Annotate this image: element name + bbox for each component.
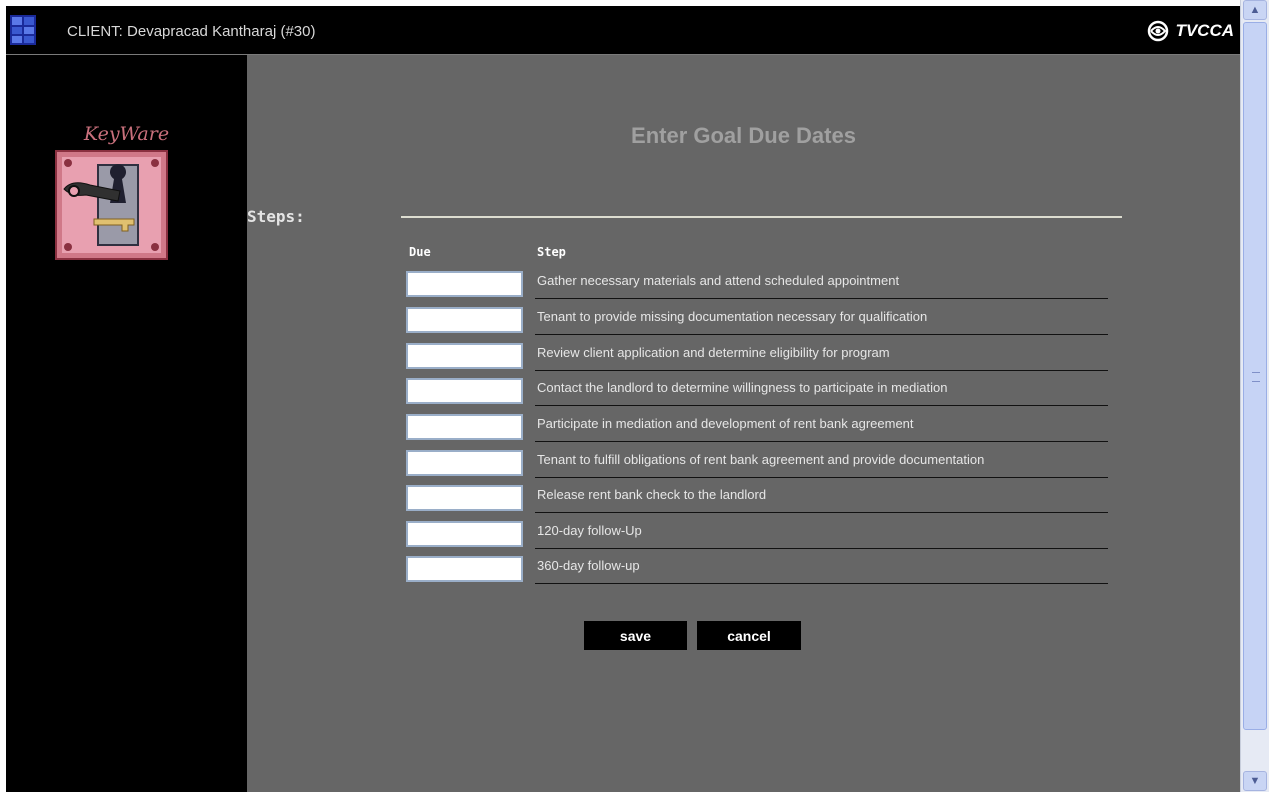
- step-description: 120-day follow-Up: [537, 523, 642, 538]
- save-button[interactable]: save: [584, 621, 687, 650]
- brand-logo: TVCCA: [1147, 20, 1234, 42]
- step-description: Contact the landlord to determine willin…: [537, 380, 948, 395]
- row-divider: [535, 512, 1108, 513]
- due-date-input[interactable]: [406, 450, 523, 476]
- scroll-down-arrow-icon[interactable]: ▼: [1243, 771, 1267, 791]
- step-description: 360-day follow-up: [537, 558, 640, 573]
- row-divider: [535, 405, 1108, 406]
- row-divider: [535, 477, 1108, 478]
- due-date-input[interactable]: [406, 414, 523, 440]
- due-date-input[interactable]: [406, 521, 523, 547]
- sidebar: KeyWare: [6, 55, 247, 792]
- due-date-input[interactable]: [406, 307, 523, 333]
- row-divider: [535, 441, 1108, 442]
- section-divider: [401, 216, 1122, 218]
- title-bar: CLIENT: Devapraсad Kantharaj (#30) TVCCA: [6, 6, 1240, 55]
- step-description: Release rent bank check to the landlord: [537, 487, 767, 502]
- step-row: Gather necessary materials and attend sc…: [247, 271, 1240, 307]
- client-title: CLIENT: Devapraсad Kantharaj (#30): [67, 23, 316, 40]
- step-description: Tenant to fulfill obligations of rent ba…: [537, 452, 985, 467]
- step-row: Review client application and determine …: [247, 343, 1240, 379]
- due-date-input[interactable]: [406, 485, 523, 511]
- step-description: Tenant to provide missing documentation …: [537, 309, 928, 324]
- brand-name: TVCCA: [1175, 21, 1234, 40]
- app-window: CLIENT: Devapraсad Kantharaj (#30) TVCCA…: [6, 6, 1240, 792]
- vertical-scrollbar[interactable]: ▲ ▼: [1240, 0, 1269, 792]
- row-divider: [535, 334, 1108, 335]
- keyhole-key-icon: [55, 150, 168, 260]
- column-header-step: Step: [537, 245, 566, 259]
- column-header-due: Due: [409, 245, 431, 259]
- scroll-up-arrow-icon[interactable]: ▲: [1243, 0, 1267, 20]
- steps-label: Steps:: [247, 207, 305, 226]
- step-row: Participate in mediation and development…: [247, 414, 1240, 450]
- row-divider: [535, 583, 1108, 584]
- row-divider: [535, 548, 1108, 549]
- step-description: Review client application and determine …: [537, 345, 890, 360]
- due-date-input[interactable]: [406, 556, 523, 582]
- app-grid-icon: [10, 15, 36, 45]
- page-title: Enter Goal Due Dates: [631, 123, 856, 148]
- step-row: Contact the landlord to determine willin…: [247, 378, 1240, 414]
- due-date-input[interactable]: [406, 271, 523, 297]
- row-divider: [535, 298, 1108, 299]
- due-date-input[interactable]: [406, 343, 523, 369]
- step-row: 120-day follow-Up: [247, 521, 1240, 557]
- main-content: Enter Goal Due Dates Steps: Due Step Gat…: [247, 55, 1240, 792]
- step-row: Release rent bank check to the landlord: [247, 485, 1240, 521]
- due-date-input[interactable]: [406, 378, 523, 404]
- scrollbar-thumb[interactable]: [1243, 22, 1267, 730]
- tvcca-swirl-icon: [1148, 20, 1169, 42]
- step-row: Tenant to provide missing documentation …: [247, 307, 1240, 343]
- scrollbar-grip-icon: [1252, 372, 1260, 382]
- step-row: Tenant to fulfill obligations of rent ba…: [247, 450, 1240, 486]
- step-row: 360-day follow-up: [247, 556, 1240, 592]
- keyware-logo-text: KeyWare: [83, 123, 170, 145]
- row-divider: [535, 370, 1108, 371]
- cancel-button[interactable]: cancel: [697, 621, 801, 650]
- step-description: Gather necessary materials and attend sc…: [537, 273, 900, 288]
- step-description: Participate in mediation and development…: [537, 416, 914, 431]
